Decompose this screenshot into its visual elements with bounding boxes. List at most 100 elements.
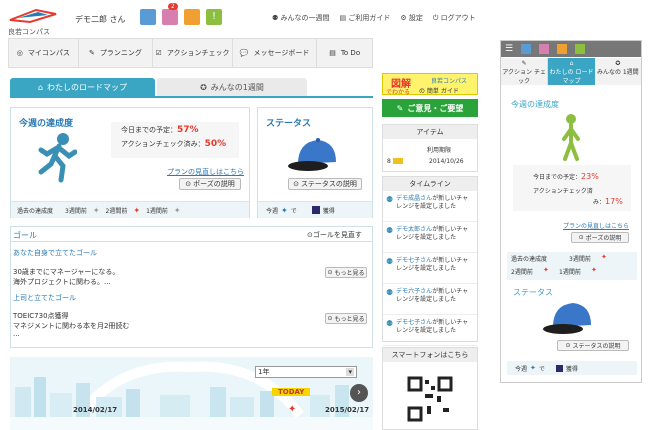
runner-icon: ✪ <box>200 82 207 92</box>
brand-logo[interactable]: 良若コンパス <box>8 6 58 36</box>
smartphone-header[interactable]: スマートフォンはこちら <box>383 348 477 362</box>
goal-review-button[interactable]: ⊙ゴールを見直す <box>307 230 362 240</box>
mobile-week2: 2週間前 <box>511 269 533 276</box>
timeline-user[interactable]: デモ七子さん <box>396 319 432 326</box>
item-header: アイテム <box>383 125 477 139</box>
notification-icon[interactable] <box>539 44 550 54</box>
timeline-user[interactable]: デモ成晶さん <box>396 195 432 202</box>
boss-goal-line2: マネジメントに関わる本を月2冊読む <box>13 322 130 330</box>
next-arrow-button[interactable]: › <box>350 384 368 402</box>
chat-icon: 💬 <box>239 49 249 57</box>
check-value: 50% <box>204 139 227 149</box>
tab-everyone-week[interactable]: ✪ みんなの1週間 <box>157 78 307 96</box>
self-goal-title: あなた自身で立てたゴール <box>13 249 97 257</box>
mobile-tab-action-check[interactable]: ✎ アクション チェック <box>501 58 549 85</box>
goal-title: ゴール <box>13 231 37 240</box>
timeline-user[interactable]: デモ太郎さん <box>396 226 432 233</box>
item-icon <box>393 158 403 164</box>
brand-name: 良若コンパス <box>8 28 50 36</box>
check-icon: ✎ <box>521 60 527 67</box>
mobile-status-title: ステータス <box>513 288 553 297</box>
tab-my-roadmap[interactable]: ⌂ わたしのロードマップ <box>10 78 155 96</box>
smartphone-panel: スマートフォンはこちら <box>382 347 478 430</box>
status-row: 今週 ✦ で 獲得 <box>258 201 372 218</box>
nav-todo[interactable]: ▤ To Do <box>317 39 372 67</box>
mobile-topbar: ☰ <box>501 41 641 57</box>
timeline-item[interactable]: ⚉ デモ成晶さんが新しいチャレンジを設定しました <box>383 191 477 222</box>
achievement-title: 今週の達成度 <box>19 119 74 129</box>
mobile-status-button[interactable]: ⊙ ステータスの説明 <box>557 340 629 351</box>
status-explain-button[interactable]: ⊙ ステータスの説明 <box>288 178 362 190</box>
boss-goal-more-button[interactable]: ⊙ もっと見る <box>325 313 367 324</box>
timeline-item[interactable]: ⚉ デモ七子さんが新しいチャレンジを設定しました <box>383 315 477 346</box>
week3-label: 3週間前 <box>65 207 87 215</box>
self-goal-line2: 海外プロジェクトに関わる。... <box>13 278 111 286</box>
mobile-status-row: 今週 ✦ で 獲得 <box>507 361 637 375</box>
alert-icon[interactable]: ! <box>206 9 222 25</box>
timeline-user[interactable]: デモ六子さん <box>396 288 432 295</box>
message-icon[interactable] <box>184 9 200 25</box>
nav-message-board[interactable]: 💬 メッセージボード <box>233 39 318 67</box>
nav-planning[interactable]: ✎ プランニング <box>79 39 154 67</box>
acquired-label: 獲得 <box>322 207 335 215</box>
todo-icon: ▤ <box>329 49 336 57</box>
header-links: ⚉ みんなの一週間 ▤ ご利用ガイド ⚙ 設定 ⏻ ログアウト <box>272 13 476 23</box>
runner-icon: ✪ <box>615 60 621 67</box>
mobile-plan-value: 23% <box>581 172 599 181</box>
calendar-icon[interactable] <box>521 44 532 54</box>
logout-link[interactable]: ⏻ ログアウト <box>433 13 476 23</box>
timeline-user[interactable]: デモ七子さん <box>396 257 432 264</box>
now-suffix: で <box>290 207 297 215</box>
check-row: アクションチェック済み：50% <box>121 139 227 149</box>
info-icon: ⊙ <box>293 180 299 188</box>
timeline-item[interactable]: ⚉ デモ太郎さんが新しいチャレンジを設定しました <box>383 222 477 253</box>
today-badge: TODAY <box>272 388 311 396</box>
achievement-card: 今週の達成度 今日までの予定：57% アクションチェック済み：50% プランの見… <box>10 107 250 218</box>
week-link[interactable]: ⚉ みんなの一週間 <box>272 13 330 23</box>
settings-link[interactable]: ⚙ 設定 <box>400 13 423 23</box>
plan-review-link[interactable]: プランの見直しはこちら <box>167 167 244 177</box>
notification-icon[interactable]: 2 <box>162 3 178 25</box>
running-person-icon <box>38 133 77 183</box>
info-icon: ⊙ <box>185 180 192 188</box>
info-icon: ⊙ <box>327 315 333 322</box>
mobile-plan-review-link[interactable]: プランの見直しはこちら <box>563 221 629 230</box>
boss-goal-title: 上司と立てたゴール <box>13 294 76 302</box>
mobile-now-label: 今週 <box>515 365 528 373</box>
calendar-icon[interactable] <box>140 9 156 25</box>
boss-goal-line3: ... <box>13 330 20 338</box>
timeline-item[interactable]: ⚉ デモ七子さんが新しいチャレンジを設定しました <box>383 253 477 284</box>
runner-red-icon: ✦ <box>601 253 607 261</box>
mobile-tab-roadmap[interactable]: ⌂ わたしの ロードマップ <box>548 58 595 85</box>
user-icon: ⚉ <box>386 319 394 328</box>
guide-banner[interactable]: 図解 でわかる 良若コンパス の 簡単 ガイド <box>382 73 478 96</box>
menu-icon[interactable]: ☰ <box>505 44 513 54</box>
mobile-preview: ☰ ✎ アクション チェック ⌂ わたしの ロードマップ ✪ みんなの 1週間 今週の… <box>500 40 642 383</box>
qr-code-icon[interactable] <box>407 376 453 422</box>
mobile-week3: 3週間前 <box>569 256 591 263</box>
timeline-item[interactable]: ⚉ デモ六子さんが新しいチャレンジを設定しました <box>383 284 477 315</box>
header-icon-bar: 2 ! <box>140 3 222 25</box>
period-select[interactable]: 1年 ▾ <box>255 366 357 378</box>
notification-badge: 2 <box>168 3 178 10</box>
check-icon: ☑ <box>155 49 162 57</box>
feedback-button[interactable]: ✎ ご意見・ご要望 <box>382 99 478 117</box>
mobile-past-row: 過去の達成度 3週間前 ✦ 2週間前 ✦ 1週間前 ✦ <box>507 252 637 280</box>
alert-icon[interactable] <box>575 44 586 54</box>
pose-explain-button[interactable]: ⊙ ポーズの説明 <box>179 178 241 190</box>
nav-my-compass[interactable]: ◎ マイコンパス <box>9 39 79 67</box>
pencil-icon: ✎ <box>88 49 95 57</box>
people-icon: ⚉ <box>272 14 279 22</box>
self-goal-more-button[interactable]: ⊙ もっと見る <box>325 267 367 278</box>
item-count: 8 <box>387 158 391 165</box>
nav-action-check[interactable]: ☑ アクションチェック <box>153 39 233 67</box>
gear-icon: ⚙ <box>400 14 407 22</box>
mobile-pose-button[interactable]: ⊙ ポーズの説明 <box>571 232 629 243</box>
mobile-tab-week[interactable]: ✪ みんなの 1週間 <box>594 58 641 85</box>
guide-link[interactable]: ▤ ご利用ガイド <box>340 13 391 23</box>
past-label: 過去の達成度 <box>17 207 54 215</box>
pencil-icon: ✎ <box>396 103 404 113</box>
guide-banner-brand: 良若コンパス <box>431 78 468 85</box>
message-icon[interactable] <box>557 44 568 54</box>
user-icon: ⚉ <box>386 257 394 266</box>
